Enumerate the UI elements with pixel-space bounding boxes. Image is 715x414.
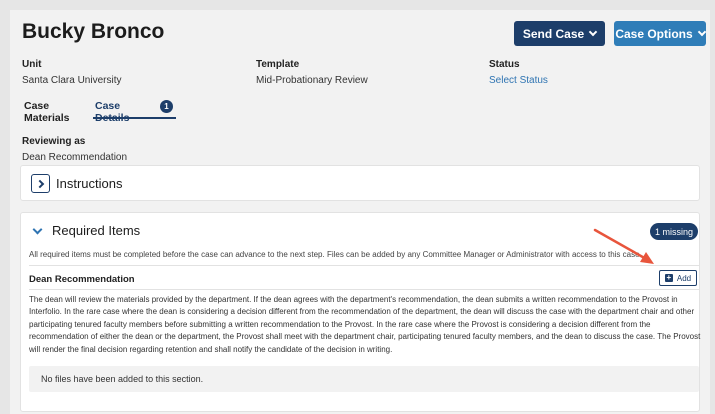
required-items-panel: Required Items 1 missing All required it…	[20, 212, 700, 412]
required-items-title: Required Items	[52, 223, 141, 238]
required-items-note: All required items must be completed bef…	[29, 250, 642, 259]
no-files-message-box: No files have been added to this section…	[29, 366, 699, 392]
template-label: Template	[256, 59, 300, 70]
add-file-button[interactable]: + Add	[659, 270, 697, 286]
reviewing-as-value: Dean Recommendation	[22, 152, 128, 163]
chevron-down-icon	[697, 27, 706, 36]
unit-value: Santa Clara University	[22, 75, 122, 86]
template-value: Mid-Probationary Review	[256, 75, 368, 86]
unit-label: Unit	[22, 59, 42, 70]
status-label: Status	[489, 59, 520, 70]
case-page: Bucky Bronco Send Case Case Options Unit…	[10, 10, 710, 414]
send-case-label: Send Case	[522, 26, 585, 41]
instructions-panel: Instructions	[20, 165, 700, 201]
select-status-link[interactable]: Select Status	[489, 75, 548, 86]
missing-count-badge: 1 missing	[650, 223, 698, 240]
instructions-title: Instructions	[56, 176, 123, 191]
divider	[29, 265, 699, 266]
case-options-label: Case Options	[615, 26, 693, 41]
active-tab-indicator	[93, 117, 176, 119]
divider	[29, 289, 699, 290]
instructions-expand-button[interactable]	[31, 174, 50, 193]
chevron-down-icon	[588, 27, 598, 36]
case-options-button[interactable]: Case Options	[614, 21, 706, 46]
page-title: Bucky Bronco	[22, 20, 165, 43]
dean-recommendation-description: The dean will review the materials provi…	[29, 295, 701, 354]
dean-recommendation-title: Dean Recommendation	[29, 274, 135, 285]
add-button-label: Add	[676, 273, 692, 283]
plus-icon: +	[664, 273, 673, 282]
no-files-message: No files have been added to this section…	[41, 374, 204, 384]
tab-count-badge: 1	[160, 100, 173, 113]
tab-case-materials[interactable]: Case Materials	[24, 100, 70, 124]
chevron-right-icon	[35, 179, 44, 188]
chevron-down-icon[interactable]	[32, 224, 43, 235]
send-case-button[interactable]: Send Case	[514, 21, 605, 46]
tab-case-details[interactable]: Case Details	[95, 100, 129, 124]
case-header: Bucky Bronco Send Case Case Options Unit…	[10, 10, 710, 163]
reviewing-as-label: Reviewing as	[22, 136, 86, 147]
